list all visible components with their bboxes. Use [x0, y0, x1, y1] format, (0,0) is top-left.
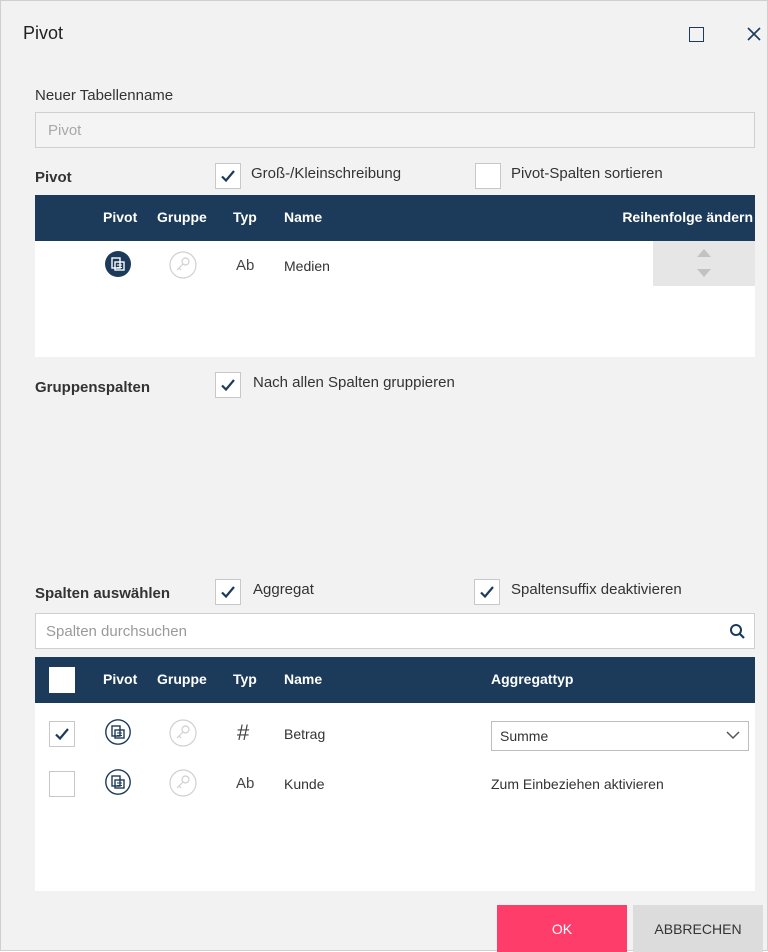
columns-table: Pivot Gruppe Typ Name Aggregattyp # Betr…	[35, 657, 755, 891]
aggregate-label: Aggregat	[253, 581, 314, 598]
aggregate-checkbox[interactable]	[215, 579, 241, 605]
aggregate-type-value: Summe	[500, 728, 549, 744]
pivot-table-header: Pivot Gruppe Typ Name Reihenfolge ändern	[35, 195, 755, 241]
row-type: Ab	[236, 257, 255, 274]
close-button[interactable]	[739, 19, 768, 49]
cancel-button[interactable]: ABBRECHEN	[633, 905, 763, 952]
row-type: #	[237, 720, 250, 745]
header-pivot: Pivot	[103, 209, 138, 225]
select-columns-label: Spalten auswählen	[35, 585, 171, 602]
header-group: Gruppe	[157, 671, 207, 687]
search-icon[interactable]	[728, 622, 748, 642]
pivot-icon[interactable]	[105, 719, 131, 745]
row-type: Ab	[236, 775, 255, 792]
reorder-control	[653, 241, 755, 286]
check-icon	[55, 728, 69, 741]
check-icon	[221, 379, 235, 392]
header-name: Name	[284, 671, 323, 687]
columns-table-header: Pivot Gruppe Typ Name Aggregattyp	[35, 657, 755, 703]
pivot-dialog: Pivot Neuer Tabellenname Pivot Groß-/Kle…	[0, 0, 768, 952]
key-icon[interactable]	[169, 719, 197, 747]
chevron-down-icon	[726, 731, 740, 740]
arrow-down-icon[interactable]	[697, 269, 711, 277]
table-row[interactable]: # Betrag Summe	[35, 709, 755, 759]
group-all-label: Nach allen Spalten gruppieren	[253, 374, 455, 391]
key-icon[interactable]	[169, 251, 197, 279]
row-name: Kunde	[284, 776, 325, 792]
table-row[interactable]: Ab Kunde Zum Einbeziehen aktivieren	[35, 759, 755, 809]
table-name-input[interactable]	[35, 112, 755, 148]
maximize-button[interactable]	[681, 19, 711, 49]
case-sensitivity-label: Groß-/Kleinschreibung	[251, 165, 402, 182]
header-name: Name	[284, 209, 323, 225]
dialog-title: Pivot	[23, 23, 64, 43]
check-icon	[221, 170, 235, 183]
title-bar: Pivot	[1, 1, 767, 63]
header-type: Typ	[233, 671, 257, 687]
ok-button[interactable]: OK	[497, 905, 627, 952]
row-name: Medien	[284, 258, 330, 274]
row-name: Betrag	[284, 726, 326, 742]
arrow-up-icon[interactable]	[697, 249, 711, 257]
check-icon	[221, 586, 235, 599]
sort-pivot-columns-label: Pivot-Spalten sortieren	[511, 165, 663, 182]
new-table-label: Neuer Tabellenname	[35, 87, 174, 104]
header-type: Typ	[233, 209, 257, 225]
header-order: Reihenfolge ändern	[622, 209, 753, 225]
suffix-label: Spaltensuffix deaktivieren	[511, 581, 682, 598]
check-icon	[480, 586, 494, 599]
column-search	[35, 613, 755, 649]
pivot-table: Pivot Gruppe Typ Name Reihenfolge ändern…	[35, 195, 755, 357]
header-group: Gruppe	[157, 209, 207, 225]
group-all-checkbox[interactable]	[215, 372, 241, 398]
header-aggregate-type: Aggregattyp	[491, 671, 574, 687]
aggregate-type-select[interactable]: Summe	[491, 721, 749, 751]
key-icon[interactable]	[169, 769, 197, 797]
case-sensitivity-checkbox[interactable]	[215, 163, 241, 189]
pivot-section-label: Pivot	[35, 169, 72, 186]
select-all-checkbox[interactable]	[49, 667, 75, 693]
search-input[interactable]	[36, 614, 716, 648]
sort-pivot-columns-checkbox[interactable]	[475, 163, 501, 189]
row-checkbox[interactable]	[49, 721, 75, 747]
close-icon	[747, 27, 761, 41]
table-row[interactable]: Ab Medien	[35, 241, 755, 291]
pivot-icon[interactable]	[105, 769, 131, 795]
suffix-checkbox[interactable]	[474, 579, 500, 605]
group-section-label: Gruppenspalten	[35, 379, 151, 396]
aggregate-hint: Zum Einbeziehen aktivieren	[491, 776, 664, 792]
pivot-icon[interactable]	[105, 251, 131, 277]
row-checkbox[interactable]	[49, 771, 75, 797]
header-pivot: Pivot	[103, 671, 138, 687]
maximize-icon	[688, 26, 704, 42]
